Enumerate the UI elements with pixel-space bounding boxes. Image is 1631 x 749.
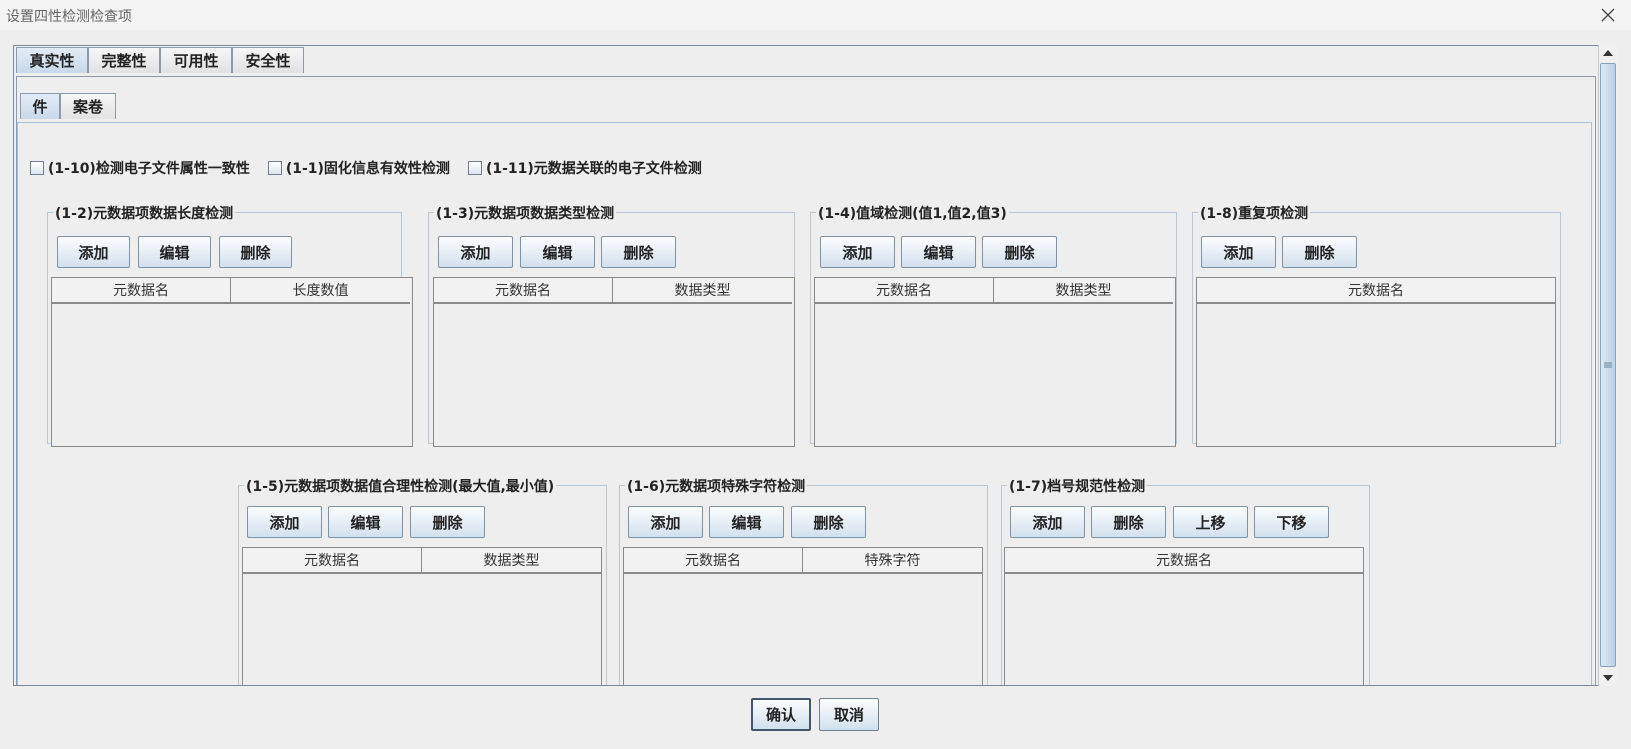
column-header[interactable]: 元数据名 (1197, 278, 1555, 302)
scroll-up-icon[interactable] (1599, 45, 1617, 61)
tab-integrity[interactable]: 完整性 (88, 47, 160, 73)
column-header[interactable]: 特殊字符 (803, 548, 982, 572)
scroll-thumb[interactable] (1600, 63, 1616, 667)
checkbox-box[interactable] (30, 161, 44, 175)
table-header: 元数据名 数据类型 (434, 278, 792, 304)
add-button[interactable]: 添加 (628, 506, 703, 538)
edit-button[interactable]: 编辑 (328, 506, 403, 538)
table-header: 元数据名 数据类型 (815, 278, 1173, 304)
group-legend: (1-4)值域检测(值1,值2,值3) (816, 203, 1009, 223)
checkbox-file-attr-consistency[interactable]: (1-10)检测电子文件属性一致性 (30, 158, 250, 178)
delete-button[interactable]: 删除 (982, 236, 1057, 268)
group-legend: (1-5)元数据项数据值合理性检测(最大值,最小值) (244, 476, 557, 496)
column-header[interactable]: 元数据名 (815, 278, 994, 302)
column-header[interactable]: 元数据名 (624, 548, 803, 572)
dialog-footer (13, 685, 1617, 749)
delete-button[interactable]: 删除 (410, 506, 485, 538)
delete-button[interactable]: 删除 (1282, 236, 1357, 268)
delete-button[interactable]: 删除 (601, 236, 676, 268)
checkbox-label: (1-11)元数据关联的电子文件检测 (485, 161, 702, 177)
add-button[interactable]: 添加 (438, 236, 513, 268)
group-legend: (1-6)元数据项特殊字符检测 (625, 476, 808, 496)
add-button[interactable]: 添加 (57, 236, 130, 268)
column-header[interactable]: 数据类型 (422, 548, 601, 572)
vertical-scrollbar[interactable] (1598, 45, 1617, 686)
edit-button[interactable]: 编辑 (901, 236, 976, 268)
archive-code-table: 元数据名 (1004, 547, 1364, 687)
group-legend: (1-7)档号规范性检测 (1007, 476, 1148, 496)
checkbox-metadata-linked-file[interactable]: (1-11)元数据关联的电子文件检测 (467, 158, 702, 178)
table-header: 元数据名 (1005, 548, 1363, 574)
scroll-down-icon[interactable] (1599, 670, 1617, 686)
column-header[interactable]: 数据类型 (613, 278, 792, 302)
checkbox-label: (1-1)固化信息有效性检测 (285, 161, 450, 177)
value-range-table: 元数据名 数据类型 (242, 547, 602, 687)
column-header[interactable]: 元数据名 (243, 548, 422, 572)
column-header[interactable]: 数据类型 (994, 278, 1173, 302)
window-title: 设置四性检测检查项 (6, 9, 132, 25)
add-button[interactable]: 添加 (247, 506, 322, 538)
add-button[interactable]: 添加 (1201, 236, 1276, 268)
edit-button[interactable]: 编辑 (709, 506, 784, 538)
subtab-volume[interactable]: 案卷 (60, 93, 116, 119)
duplicate-table: 元数据名 (1196, 277, 1556, 447)
checkbox-label: (1-10)检测电子文件属性一致性 (48, 161, 250, 177)
title-bar: 设置四性检测检查项 (0, 0, 1631, 30)
move-down-button[interactable]: 下移 (1254, 506, 1329, 538)
column-header[interactable]: 元数据名 (1005, 548, 1363, 572)
subtab-item[interactable]: 件 (20, 93, 60, 119)
group-legend: (1-8)重复项检测 (1198, 203, 1311, 223)
close-icon[interactable] (1585, 0, 1631, 30)
checkbox-fixed-info-validity[interactable]: (1-1)固化信息有效性检测 (267, 158, 450, 178)
delete-button[interactable]: 删除 (791, 506, 866, 538)
special-char-table: 元数据名 特殊字符 (623, 547, 983, 687)
checkbox-box[interactable] (267, 161, 282, 175)
group-legend: (1-2)元数据项数据长度检测 (53, 203, 236, 223)
edit-button[interactable]: 编辑 (138, 236, 211, 268)
add-button[interactable]: 添加 (820, 236, 895, 268)
value-domain-table: 元数据名 数据类型 (814, 277, 1176, 447)
column-header[interactable]: 长度数值 (231, 278, 410, 302)
table-header: 元数据名 长度数值 (52, 278, 410, 304)
tab-authenticity[interactable]: 真实性 (16, 47, 88, 73)
move-up-button[interactable]: 上移 (1173, 506, 1248, 538)
table-header: 元数据名 特殊字符 (624, 548, 982, 574)
tab-security[interactable]: 安全性 (232, 47, 304, 73)
delete-button[interactable]: 删除 (219, 236, 292, 268)
tab-usability[interactable]: 可用性 (160, 47, 232, 73)
group-legend: (1-3)元数据项数据类型检测 (434, 203, 617, 223)
metadata-length-table: 元数据名 长度数值 (51, 277, 413, 447)
column-header[interactable]: 元数据名 (52, 278, 231, 302)
metadata-type-table: 元数据名 数据类型 (433, 277, 795, 447)
confirm-button[interactable]: 确认 (751, 698, 811, 731)
column-header[interactable]: 元数据名 (434, 278, 613, 302)
table-header: 元数据名 数据类型 (243, 548, 601, 574)
table-header: 元数据名 (1197, 278, 1555, 304)
delete-button[interactable]: 删除 (1091, 506, 1166, 538)
edit-button[interactable]: 编辑 (520, 236, 595, 268)
cancel-button[interactable]: 取消 (819, 698, 879, 731)
checkbox-row: (1-10)检测电子文件属性一致性 (1-1)固化信息有效性检测 (1-11)元… (30, 158, 720, 178)
checkbox-box[interactable] (467, 161, 482, 175)
add-button[interactable]: 添加 (1010, 506, 1085, 538)
